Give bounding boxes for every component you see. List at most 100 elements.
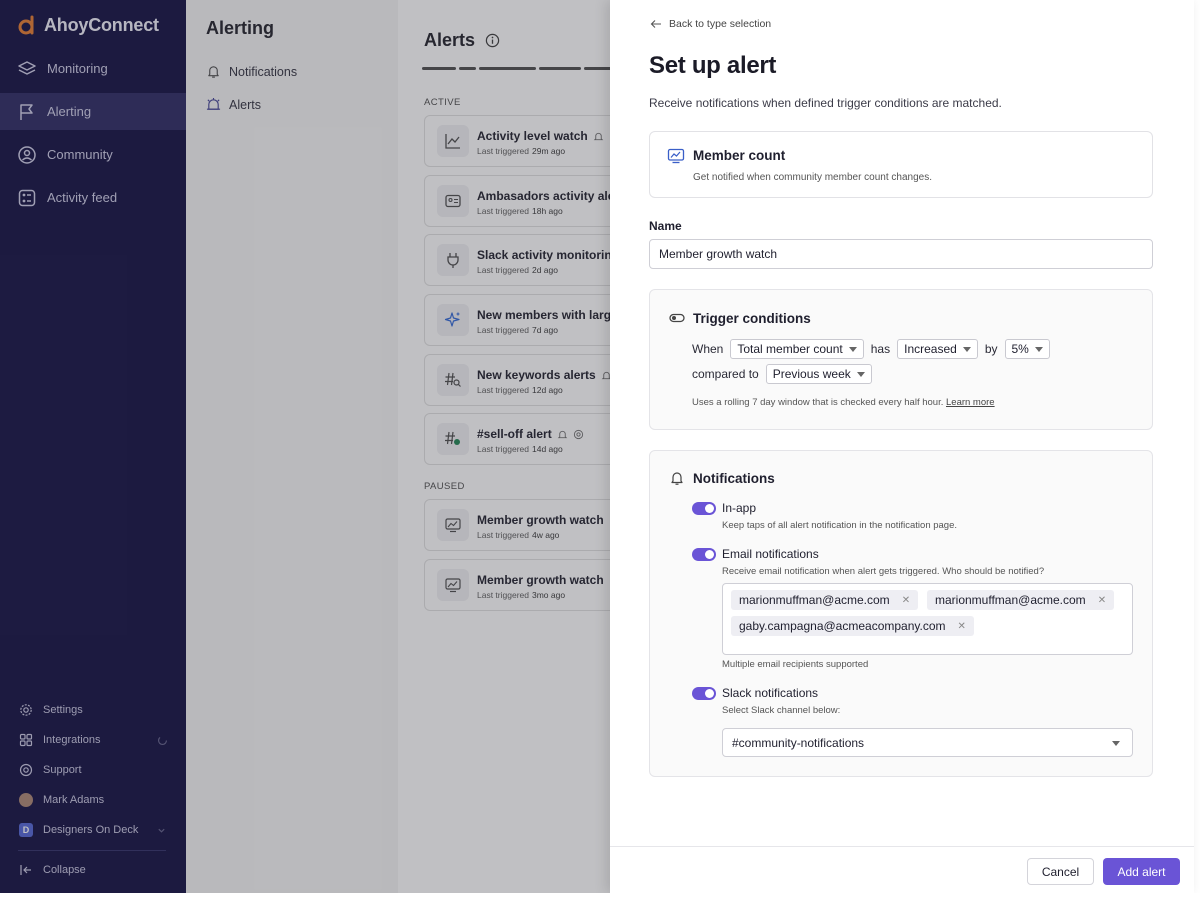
- cancel-button[interactable]: Cancel: [1027, 858, 1094, 885]
- sidebar-footer-integrations[interactable]: Integrations: [0, 727, 186, 753]
- alert-type-icon: [437, 509, 469, 541]
- direction-select[interactable]: Increased: [897, 339, 978, 359]
- subnav-label: Alerts: [229, 98, 261, 112]
- remove-chip-icon[interactable]: ✕: [902, 595, 910, 606]
- back-to-type-selection-link[interactable]: Back to type selection: [650, 18, 771, 30]
- alert-card[interactable]: Member growth watch Last triggered3mo ag…: [424, 559, 610, 611]
- remove-chip-icon[interactable]: ✕: [958, 621, 966, 632]
- sidebar-item-label: Monitoring: [47, 61, 108, 76]
- email-recipients-input[interactable]: marionmuffman@acme.com ✕ marionmuffman@a…: [722, 583, 1133, 655]
- alert-type-icon: [437, 364, 469, 396]
- sidebar-item-monitoring[interactable]: Monitoring: [0, 50, 186, 87]
- info-icon[interactable]: [485, 33, 500, 48]
- sidebar-footer-settings[interactable]: Settings: [0, 697, 186, 723]
- last-triggered-value: 2d ago: [532, 265, 558, 275]
- amount-select[interactable]: 5%: [1005, 339, 1050, 359]
- sidebar-item-alerting[interactable]: Alerting: [0, 93, 186, 130]
- bell-icon: [601, 370, 610, 381]
- tab-indicator[interactable]: [539, 67, 581, 70]
- id-card-icon: [444, 192, 462, 210]
- member-count-icon: [444, 576, 462, 594]
- support-icon: [19, 763, 33, 777]
- plug-icon: [444, 251, 462, 269]
- trigger-conditions-title: Trigger conditions: [693, 311, 811, 326]
- slack-subtitle: Select Slack channel below:: [722, 705, 840, 716]
- alert-card[interactable]: #sell-off alert Last triggered14d ago: [424, 413, 610, 465]
- last-triggered-value: 3mo ago: [532, 590, 565, 600]
- footer-label: Integrations: [43, 734, 100, 746]
- footer-label: Settings: [43, 704, 83, 716]
- in-app-toggle[interactable]: [692, 502, 716, 515]
- alerts-icon: [206, 97, 221, 112]
- flag-icon: [17, 102, 37, 122]
- subnav-item-alerts[interactable]: Alerts: [206, 97, 261, 112]
- slack-channel-select[interactable]: #community-notifications: [722, 728, 1133, 757]
- workspace-name: Designers On Deck: [43, 824, 138, 836]
- chart-line-icon: [444, 132, 462, 150]
- add-alert-button[interactable]: Add alert: [1103, 858, 1180, 885]
- learn-more-link[interactable]: Learn more: [946, 397, 995, 408]
- period-select[interactable]: Previous week: [766, 364, 872, 384]
- alert-type-icon: [437, 569, 469, 601]
- sidebar-item-activity-feed[interactable]: Activity feed: [0, 179, 186, 216]
- email-chip-label: marionmuffman@acme.com: [935, 593, 1086, 607]
- subnav-item-notifications[interactable]: Notifications: [206, 64, 297, 79]
- sidebar-item-label: Alerting: [47, 104, 91, 119]
- alert-name-text: Member growth watch: [477, 513, 604, 527]
- remove-chip-icon[interactable]: ✕: [1098, 595, 1106, 606]
- email-chip: marionmuffman@acme.com ✕: [927, 590, 1114, 610]
- notifications-title: Notifications: [693, 471, 775, 486]
- alerts-list-panel: Alerts ACTIVE Activity level watch Last …: [398, 0, 610, 893]
- hashtag-alert-icon: [444, 430, 462, 448]
- last-triggered-value: 12d ago: [532, 385, 563, 395]
- alert-card[interactable]: New keywords alerts Last triggered12d ag…: [424, 354, 610, 406]
- tab-indicator[interactable]: [584, 67, 610, 70]
- alert-name-text: #sell-off alert: [477, 427, 552, 441]
- slack-toggle[interactable]: [692, 687, 716, 700]
- sidebar-divider: [18, 850, 166, 851]
- sidebar-footer-collapse[interactable]: Collapse: [0, 857, 186, 883]
- alerting-subnav: Alerting Notifications Alerts: [186, 0, 398, 893]
- metric-select[interactable]: Total member count: [730, 339, 863, 359]
- sidebar-footer-support[interactable]: Support: [0, 757, 186, 783]
- sidebar-footer-workspace[interactable]: D Designers On Deck: [0, 817, 186, 843]
- tab-indicator[interactable]: [459, 67, 476, 70]
- alert-last-triggered: Last triggered14d ago: [477, 444, 563, 454]
- tab-indicator[interactable]: [422, 67, 456, 70]
- sidebar-item-community[interactable]: Community: [0, 136, 186, 173]
- workspace-badge: D: [19, 823, 33, 837]
- alert-card[interactable]: Activity level watch Last triggered29m a…: [424, 115, 610, 167]
- alert-card[interactable]: Slack activity monitoring Last triggered…: [424, 234, 610, 286]
- alert-name-text: Member growth watch: [477, 573, 604, 587]
- alert-card[interactable]: Ambasadors activity alert Last triggered…: [424, 175, 610, 227]
- alert-name-input[interactable]: [649, 239, 1153, 269]
- brand-logo[interactable]: AhoyConnect: [17, 14, 159, 36]
- alert-card[interactable]: New members with large Last triggered7d …: [424, 294, 610, 346]
- bell-icon: [593, 131, 604, 142]
- email-chip-label: gaby.campagna@acmeacompany.com: [739, 619, 946, 633]
- alert-last-triggered: Last triggered18h ago: [477, 206, 563, 216]
- brand-name: AhoyConnect: [44, 15, 159, 36]
- last-triggered-label: Last triggered: [477, 325, 529, 335]
- bottom-edge: [0, 893, 1200, 900]
- alert-type-icon: [437, 125, 469, 157]
- sidebar-footer-user[interactable]: Mark Adams: [0, 787, 186, 813]
- name-field-label: Name: [649, 219, 682, 233]
- slack-channel-value: #community-notifications: [732, 736, 864, 750]
- alert-name-text: Slack activity monitoring: [477, 248, 610, 262]
- caret-down-icon: [849, 347, 857, 352]
- alert-type-title: Member count: [693, 148, 785, 163]
- tab-indicator[interactable]: [479, 67, 536, 70]
- avatar: [19, 793, 33, 807]
- alert-name: Ambasadors activity alert: [477, 189, 610, 203]
- alert-type-icon: [437, 244, 469, 276]
- member-count-icon: [667, 147, 685, 165]
- layers-icon: [17, 59, 37, 79]
- back-link-label: Back to type selection: [669, 18, 771, 30]
- trigger-hint: Uses a rolling 7 day window that is chec…: [692, 397, 995, 408]
- footer-label: Support: [43, 764, 82, 776]
- email-chip-label: marionmuffman@acme.com: [739, 593, 890, 607]
- ahoy-logo-icon: [17, 14, 39, 36]
- email-toggle[interactable]: [692, 548, 716, 561]
- alert-card[interactable]: Member growth watch Last triggered4w ago: [424, 499, 610, 551]
